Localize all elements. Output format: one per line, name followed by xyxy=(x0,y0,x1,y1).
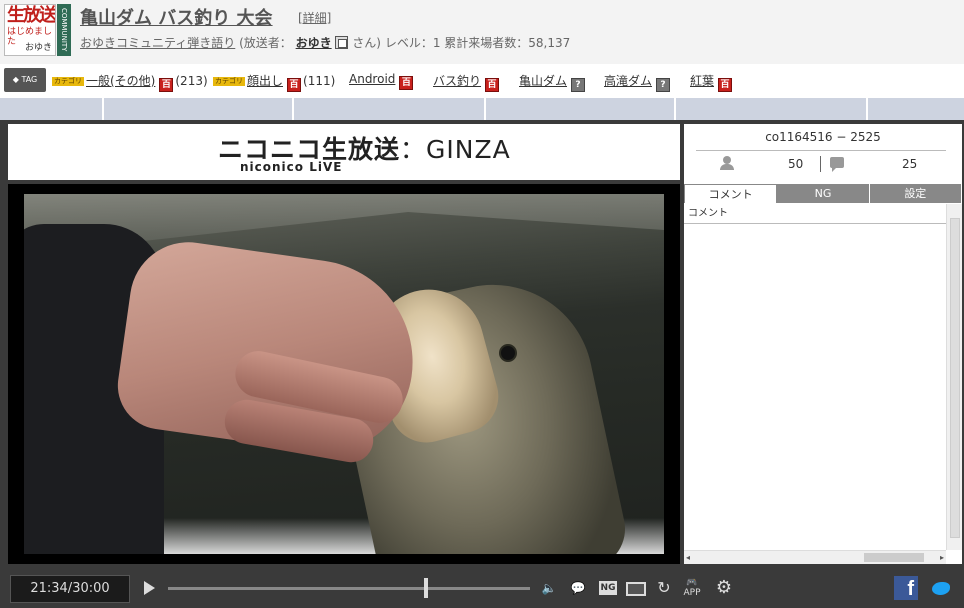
comment-bubble-icon xyxy=(830,157,844,172)
menu-strip xyxy=(0,98,964,120)
seek-handle[interactable] xyxy=(424,578,429,598)
category-badge: カテゴリ xyxy=(213,77,245,86)
broadcast-stats: co1164516 − 2525 50 25 xyxy=(684,124,962,180)
logo-subtext: niconico LiVE xyxy=(240,160,343,174)
level-text: レベル：1 xyxy=(384,36,441,50)
tab-comments[interactable]: コメント xyxy=(684,184,778,203)
ng-icon-label: NG xyxy=(598,581,618,595)
community-id: co1164516 − 2525 xyxy=(765,130,881,144)
tag-item[interactable]: 紅葉百 xyxy=(690,72,733,92)
thumbnail-owner: おゆき xyxy=(24,43,52,53)
person-icon xyxy=(720,156,734,170)
dictionary-icon[interactable]: 百 xyxy=(287,78,302,92)
tag-item[interactable]: 亀山ダム? xyxy=(519,72,586,92)
strip-divider xyxy=(866,98,868,120)
screen-icon[interactable] xyxy=(624,578,648,598)
community-name-link[interactable]: おゆきコミュニティ弾き語り xyxy=(80,36,235,50)
screen-icon-shape xyxy=(626,581,646,596)
community-band: COMMUNITY xyxy=(57,4,71,56)
scroll-right-arrow[interactable]: ▸ xyxy=(940,553,944,562)
thumbnail-text: 生放送 xyxy=(7,5,55,26)
gear-icon[interactable]: ⚙ xyxy=(712,578,736,598)
dictionary-icon[interactable]: 百 xyxy=(159,78,174,92)
comment-vertical-scrollbar[interactable] xyxy=(946,204,962,550)
dictionary-icon[interactable]: ? xyxy=(656,78,671,92)
tag-name[interactable]: バス釣り xyxy=(433,74,481,88)
tag-icon: ◆ TAG xyxy=(4,68,46,92)
dictionary-icon[interactable]: 百 xyxy=(485,78,500,92)
tag-count: (213) xyxy=(175,74,208,88)
comment-count: 25 xyxy=(902,157,918,171)
seek-bar[interactable] xyxy=(168,587,530,590)
tab-settings[interactable]: 設定 xyxy=(869,184,962,203)
video-frame[interactable] xyxy=(24,194,664,554)
profile-icon[interactable] xyxy=(335,36,349,49)
strip-divider xyxy=(102,98,104,120)
play-icon[interactable] xyxy=(144,581,155,595)
facebook-icon[interactable]: f xyxy=(894,576,918,600)
video-fish-eye xyxy=(499,344,517,362)
app-icon[interactable]: 🎮 APP xyxy=(680,578,704,598)
tag-item[interactable]: Android 百 xyxy=(349,72,414,90)
comment-column-header[interactable]: コメント xyxy=(684,204,946,224)
comment-list[interactable] xyxy=(684,224,946,548)
logo-ginza-text: ：GINZA xyxy=(400,135,511,164)
ng-icon[interactable]: NG xyxy=(596,578,620,598)
volume-icon[interactable]: 🔈 xyxy=(540,578,558,598)
tag-item[interactable]: カテゴリ 顔出し百 (111) xyxy=(213,72,335,92)
live-player: ニコニコ生放送：GINZA niconico LiVE co1164516 − … xyxy=(0,120,964,608)
tag-item[interactable]: バス釣り百 xyxy=(433,72,500,92)
twitter-icon[interactable] xyxy=(930,578,954,598)
strip-divider xyxy=(292,98,294,120)
viewer-count: 50 xyxy=(788,157,804,171)
page-header: 生放送 はじめました おゆき COMMUNITY 亀山ダム バス釣り 大会 [詳… xyxy=(0,0,964,64)
tag-name[interactable]: 顔出し xyxy=(247,74,283,88)
comment-horizontal-scrollbar[interactable]: ◂ ▸ xyxy=(684,550,946,564)
reload-icon[interactable]: ↻ xyxy=(654,578,674,598)
video-area[interactable] xyxy=(8,184,680,564)
tag-label-text: TAG xyxy=(21,75,38,84)
tag-item[interactable]: 高滝ダム? xyxy=(604,72,671,92)
dictionary-icon[interactable]: ? xyxy=(571,78,586,92)
scroll-left-arrow[interactable]: ◂ xyxy=(686,553,690,562)
detail-link[interactable]: [詳細] xyxy=(298,9,331,26)
tag-name[interactable]: 亀山ダム xyxy=(519,74,567,88)
tag-name[interactable]: 紅葉 xyxy=(690,74,714,88)
category-badge: カテゴリ xyxy=(52,77,84,86)
tag-name[interactable]: Android xyxy=(349,72,395,86)
scroll-thumb[interactable] xyxy=(864,553,924,562)
player-logo-banner: ニコニコ生放送：GINZA niconico LiVE xyxy=(8,124,680,180)
side-tabs: コメント NG 設定 xyxy=(684,184,962,203)
tag-bar: ◆ TAG カテゴリ 一般(その他) 百 (213) カテゴリ 顔出し百 (111) An… xyxy=(0,64,964,98)
visitors-count: 累計来場者数：58,137 xyxy=(444,36,571,50)
broadcaster-suffix: さん) xyxy=(352,36,381,50)
side-panel: co1164516 − 2525 50 25 コメント NG 設定 コメント ◂… xyxy=(684,124,962,564)
stats-divider xyxy=(696,150,946,151)
broadcast-meta: おゆきコミュニティ弾き語り (放送者： おゆき さん) レベル：1 累計来場者数… xyxy=(80,34,570,51)
strip-divider xyxy=(484,98,486,120)
dictionary-icon[interactable]: 百 xyxy=(718,78,733,92)
scroll-thumb[interactable] xyxy=(950,218,960,538)
time-display: 21:34/30:00 xyxy=(10,575,130,603)
stats-separator xyxy=(820,156,821,172)
broadcaster-name-link[interactable]: おゆき xyxy=(296,36,332,50)
community-thumbnail[interactable]: 生放送 はじめました おゆき xyxy=(4,4,56,56)
broadcast-title[interactable]: 亀山ダム バス釣り 大会 xyxy=(80,4,273,30)
dictionary-icon[interactable]: 百 xyxy=(399,76,414,90)
broadcaster-prefix: (放送者： xyxy=(239,36,292,50)
tag-name[interactable]: 高滝ダム xyxy=(604,74,652,88)
player-controls: 21:34/30:00 🔈 💬 NG ↻ 🎮 APP ⚙ f xyxy=(0,570,964,608)
tag-item[interactable]: カテゴリ 一般(その他) 百 (213) xyxy=(52,72,208,92)
tab-ng[interactable]: NG xyxy=(777,184,870,203)
strip-divider xyxy=(674,98,676,120)
comment-toggle-icon[interactable]: 💬 xyxy=(567,578,589,598)
tag-name[interactable]: 一般(その他) xyxy=(86,74,155,88)
app-icon-label: APP xyxy=(683,588,701,598)
tag-count: (111) xyxy=(303,74,336,88)
